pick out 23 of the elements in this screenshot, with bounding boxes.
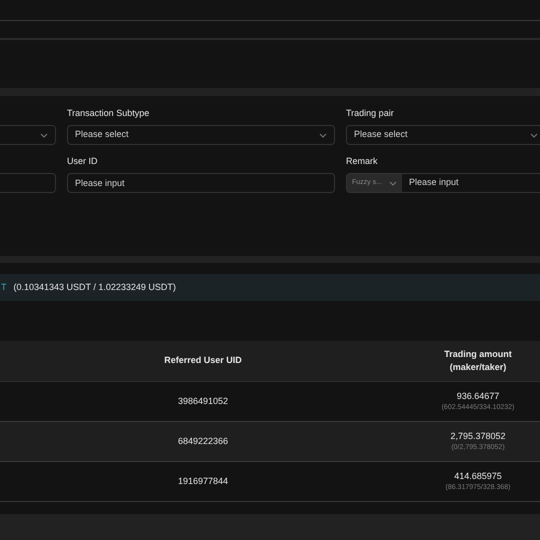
chevron-down-icon (389, 180, 397, 186)
field-label: User ID (67, 155, 99, 168)
chevron-down-icon (40, 132, 48, 138)
select-field[interactable]: Please select (67, 125, 335, 145)
field-label: Transaction Subtype (67, 107, 150, 120)
field-label: Trading pair (346, 107, 395, 120)
table-cell-text: 936.64677 (456, 390, 500, 402)
table-cell-text: 6849222366 (178, 434, 228, 448)
column-header: Trading amount (maker/taker) (443, 348, 513, 374)
chevron-down-icon (319, 132, 327, 138)
input-field[interactable] (0, 173, 56, 193)
field-label: Remark (346, 155, 379, 168)
chevron-down-icon (530, 132, 538, 138)
amount-text: T (1, 280, 6, 294)
table-cell-text: 2,795.378052 (450, 430, 506, 442)
table-cell-text: 414.685975 (454, 470, 502, 482)
column-header: Referred User UID (164, 354, 242, 368)
table-cell-text: 1916977844 (178, 474, 228, 488)
summary-text: (0.10341343 USDT / 1.02233249 USDT) (14, 280, 176, 294)
input-field[interactable]: Please input (67, 173, 335, 193)
select-field[interactable] (0, 125, 56, 145)
table-cell-text: 3986491052 (178, 394, 228, 408)
select-field[interactable]: Please select (346, 125, 540, 145)
